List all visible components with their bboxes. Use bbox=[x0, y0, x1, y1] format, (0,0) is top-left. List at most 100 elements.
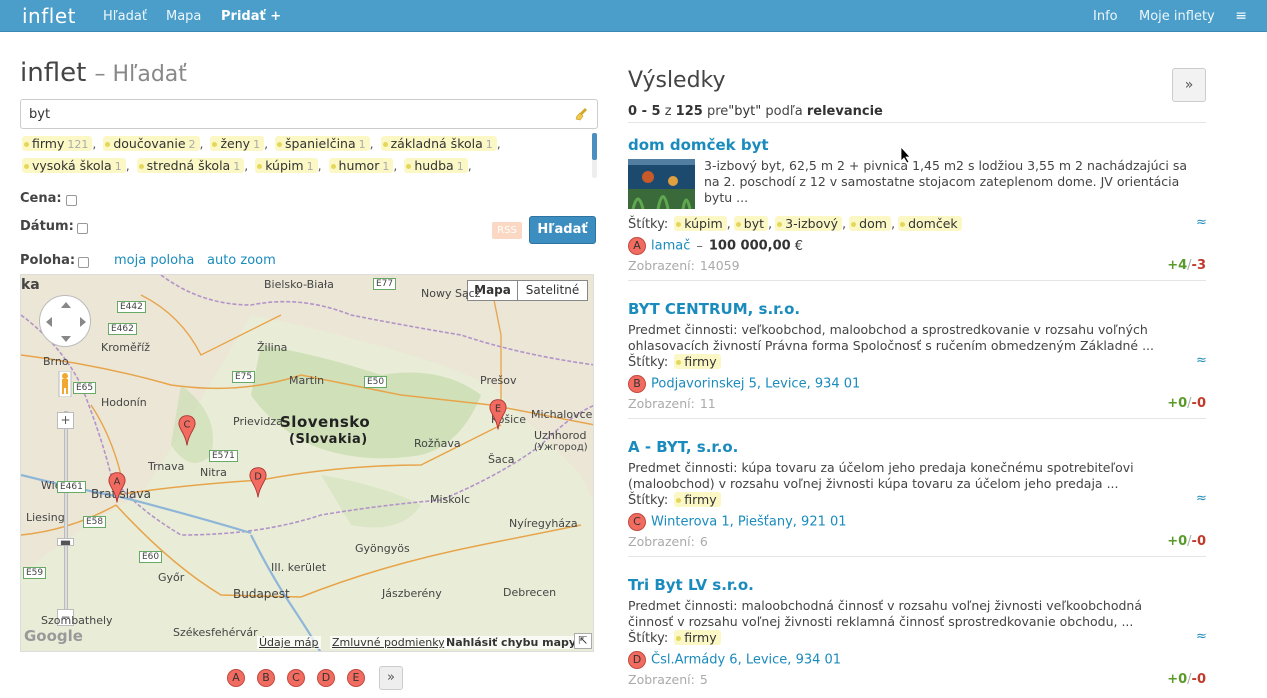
map-pin-e[interactable]: E bbox=[489, 397, 507, 433]
expand-results-button[interactable]: » bbox=[1172, 68, 1206, 102]
nav-map-link[interactable]: Mapa bbox=[166, 9, 201, 24]
clear-broom-icon[interactable] bbox=[575, 107, 589, 121]
brand-logo[interactable]: inflet bbox=[22, 4, 76, 28]
result-location-link[interactable]: Čsl.Armády 6, Levice, 934 01 bbox=[651, 653, 841, 668]
result-location-link[interactable]: Podjavorinskej 5, Levice, 934 01 bbox=[651, 377, 860, 392]
menu-icon[interactable]: ≡ bbox=[1235, 8, 1247, 24]
pegman-icon[interactable] bbox=[58, 371, 72, 397]
my-location-link[interactable]: moja poloha bbox=[114, 253, 194, 268]
nav-info-link[interactable]: Info bbox=[1093, 9, 1118, 24]
rss-button[interactable]: RSS bbox=[492, 222, 522, 239]
tag-chip[interactable]: firmy 121 bbox=[22, 136, 93, 151]
result-location-link[interactable]: Winterova 1, Piešťany, 921 01 bbox=[651, 515, 847, 530]
tag-chip[interactable]: stredná škola 1 bbox=[136, 158, 245, 173]
marker-legend-a[interactable]: A bbox=[227, 669, 245, 687]
next-page-button[interactable]: » bbox=[379, 666, 403, 690]
map-label: Martin bbox=[289, 374, 325, 387]
similar-icon[interactable]: ≈ bbox=[1196, 353, 1207, 368]
search-button[interactable]: Hľadať bbox=[529, 216, 596, 244]
similar-icon[interactable]: ≈ bbox=[1196, 629, 1207, 644]
result-title-link[interactable]: dom domček byt bbox=[628, 136, 769, 154]
tag-scrollbar[interactable] bbox=[592, 133, 597, 160]
zoom-handle[interactable]: ▬ bbox=[57, 536, 74, 548]
result-description: Predmet činnosti: kúpa tovaru za účelom … bbox=[628, 460, 1134, 491]
marker-legend-e[interactable]: E bbox=[347, 669, 365, 687]
result-location-link[interactable]: lamač bbox=[651, 239, 690, 254]
tag-chip[interactable]: základná škola 1 bbox=[380, 136, 497, 151]
map-data-link[interactable]: Údaje máp bbox=[257, 636, 321, 649]
tag-chip[interactable]: firmy bbox=[674, 492, 721, 507]
result-marker-badge[interactable]: D bbox=[628, 651, 646, 669]
map-country-label: Slovensko bbox=[280, 413, 371, 431]
tag-chip[interactable]: španielčina 1 bbox=[275, 136, 370, 151]
map-terms-link[interactable]: Zmluvné podmienky bbox=[330, 636, 447, 649]
tag-chip[interactable]: hudba 1 bbox=[404, 158, 468, 173]
search-input[interactable] bbox=[20, 99, 598, 129]
map-view[interactable]: + ▬ − Mapa Satelitné ka Bielsko-Biała No… bbox=[20, 274, 594, 652]
auto-zoom-link[interactable]: auto zoom bbox=[207, 253, 276, 268]
tag-chip[interactable]: 3-izbový bbox=[775, 216, 843, 231]
vote-down[interactable]: -3 bbox=[1192, 258, 1206, 273]
vote-up[interactable]: +0 bbox=[1167, 672, 1187, 687]
vote-up[interactable]: +0 bbox=[1167, 534, 1187, 549]
result-title-link[interactable]: BYT CENTRUM, s.r.o. bbox=[628, 300, 800, 318]
tag-chip[interactable]: vysoká škola 1 bbox=[22, 158, 126, 173]
tag-chip[interactable]: dom bbox=[849, 216, 891, 231]
map-type-satellite-button[interactable]: Satelitné bbox=[517, 280, 588, 301]
map-pan-control[interactable] bbox=[39, 295, 91, 347]
views-label: Zobrazení: bbox=[628, 534, 695, 549]
map-label: Hodonín bbox=[101, 396, 147, 409]
vote-down[interactable]: -0 bbox=[1192, 672, 1206, 687]
nav-add-link[interactable]: Pridať + bbox=[221, 9, 281, 24]
result-title-link[interactable]: A - BYT, s.r.o. bbox=[628, 438, 738, 456]
price-label: Cena: bbox=[20, 191, 62, 206]
vote-down[interactable]: -0 bbox=[1192, 396, 1206, 411]
tag-separator: , bbox=[264, 136, 269, 151]
map-label: Trnava bbox=[148, 460, 185, 473]
tag-dot-icon bbox=[382, 142, 388, 147]
results-summary: 0 - 5 z 125 pre"byt" podľa relevancie bbox=[628, 104, 883, 119]
tag-chip[interactable]: domček bbox=[898, 216, 962, 231]
marker-legend-c[interactable]: C bbox=[287, 669, 305, 687]
tag-chip[interactable]: humor 1 bbox=[328, 158, 394, 173]
map-pin-a[interactable]: A bbox=[108, 470, 126, 506]
map-label: Šaca bbox=[488, 453, 515, 466]
views-count: 5 bbox=[699, 672, 708, 687]
tag-name: humor bbox=[338, 158, 380, 173]
result-marker-badge[interactable]: C bbox=[628, 513, 646, 531]
map-report-link[interactable]: Nahlásiť chybu mapy bbox=[444, 636, 579, 649]
result-thumbnail[interactable] bbox=[628, 159, 695, 209]
map-pin-c[interactable]: C bbox=[178, 413, 196, 449]
zoom-in-button[interactable]: + bbox=[57, 412, 74, 429]
nav-search-link[interactable]: Hľadať bbox=[103, 9, 147, 24]
location-checkbox[interactable] bbox=[78, 257, 89, 268]
tag-chip[interactable]: kúpim 1 bbox=[255, 158, 318, 173]
result-marker-badge[interactable]: A bbox=[628, 237, 646, 255]
vote-down[interactable]: -0 bbox=[1192, 534, 1206, 549]
marker-legend-b[interactable]: B bbox=[257, 669, 275, 687]
date-checkbox[interactable] bbox=[77, 223, 88, 234]
result-marker-badge[interactable]: B bbox=[628, 375, 646, 393]
tag-chip[interactable]: byt bbox=[733, 216, 769, 231]
expand-map-icon[interactable]: ⇱ bbox=[574, 633, 592, 649]
tag-name: doučovanie bbox=[113, 136, 186, 151]
tag-chip[interactable]: firmy bbox=[674, 630, 721, 645]
marker-legend-d[interactable]: D bbox=[317, 669, 335, 687]
tag-chip[interactable]: kúpim bbox=[674, 216, 727, 231]
map-pin-d[interactable]: D bbox=[249, 465, 267, 501]
vote-up[interactable]: +4 bbox=[1167, 258, 1187, 273]
map-label: Liesing bbox=[26, 511, 65, 524]
similar-icon[interactable]: ≈ bbox=[1196, 491, 1207, 506]
tag-chip[interactable]: doučovanie 2 bbox=[103, 136, 200, 151]
tag-separator: , bbox=[92, 136, 97, 151]
map-label: Kroměříž bbox=[101, 341, 151, 354]
similar-icon[interactable]: ≈ bbox=[1196, 215, 1207, 230]
result-title-link[interactable]: Tri Byt LV s.r.o. bbox=[628, 576, 754, 594]
vote-up[interactable]: +0 bbox=[1167, 396, 1187, 411]
tag-dot-icon bbox=[676, 360, 682, 365]
tag-dot-icon bbox=[900, 222, 906, 227]
tag-chip[interactable]: firmy bbox=[674, 354, 721, 369]
nav-my-inflets-link[interactable]: Moje inflety bbox=[1139, 9, 1215, 24]
price-checkbox[interactable] bbox=[66, 195, 77, 206]
tag-chip[interactable]: ženy 1 bbox=[210, 136, 265, 151]
